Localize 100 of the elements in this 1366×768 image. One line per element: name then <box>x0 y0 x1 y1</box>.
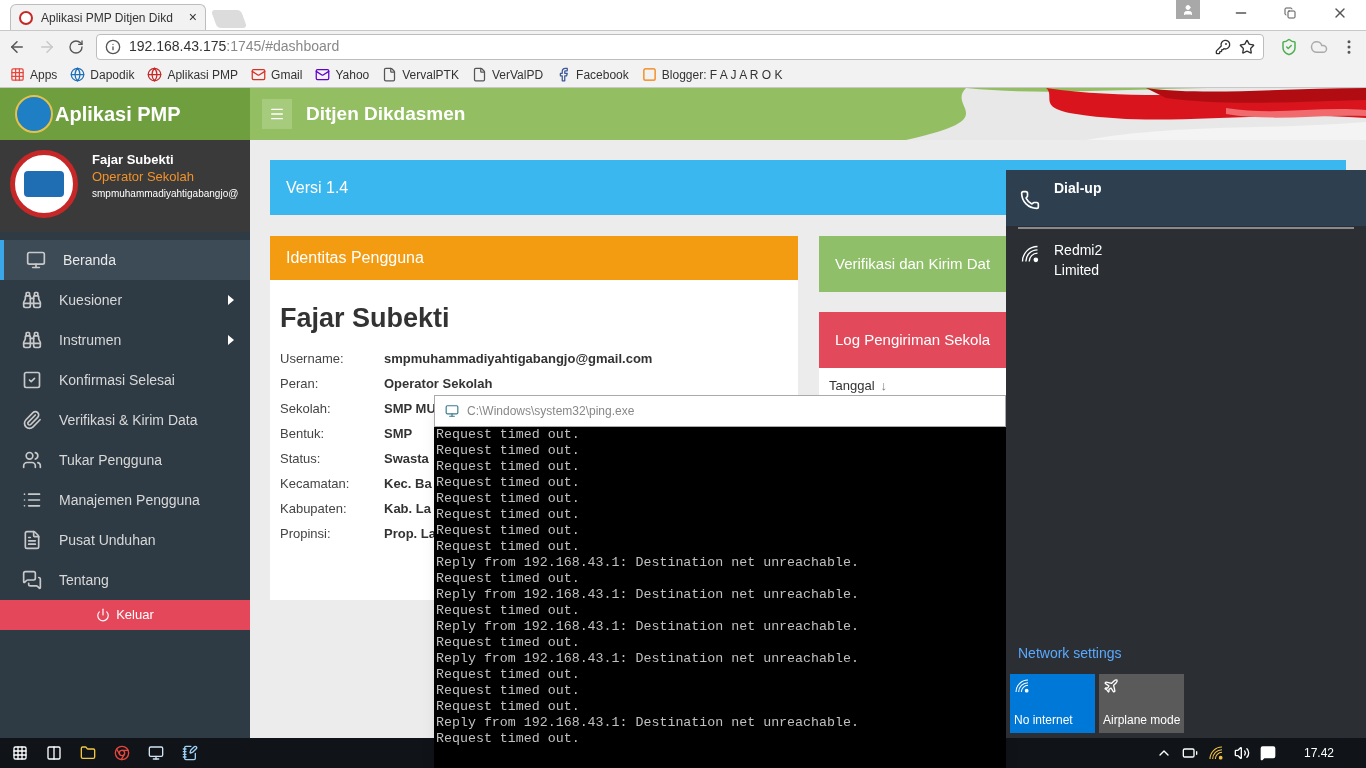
field-label: Username: <box>280 350 345 369</box>
field-label: Peran: <box>280 375 320 394</box>
field-value: Swasta <box>384 450 429 469</box>
console-icon <box>445 404 459 418</box>
sidebar-item[interactable]: Tukar Pengguna <box>0 440 250 480</box>
browser-tab[interactable]: Aplikasi PMP Ditjen Dikd × <box>10 4 206 30</box>
console-line: Request timed out. <box>436 683 581 699</box>
console-line: Request timed out. <box>436 571 581 587</box>
console-line: Request timed out. <box>436 507 581 523</box>
console-line: Request timed out. <box>436 491 581 507</box>
field-label: Kecamatan: <box>280 475 351 494</box>
bookmark-item[interactable]: Facebook <box>556 65 629 84</box>
logo-icon <box>15 95 53 133</box>
sidebar-item[interactable]: Verifikasi & Kirim Data <box>0 400 250 440</box>
identity-name: Fajar Subekti <box>279 302 451 335</box>
bookmark-item[interactable]: Blogger: F A J A R O K <box>641 65 783 84</box>
tab-title: Aplikasi PMP Ditjen Dikd <box>41 9 173 27</box>
bookmark-item[interactable]: Aplikasi PMP <box>147 65 239 84</box>
battery-icon[interactable] <box>1181 745 1198 761</box>
folder-icon[interactable] <box>80 745 96 761</box>
field-value: SMP <box>384 425 413 444</box>
console-line: Reply from 192.168.43.1: Destination net unreachable. <box>436 555 860 571</box>
bookmark-icon <box>382 67 398 82</box>
menu-icon <box>22 330 42 350</box>
tab-close-button[interactable]: × <box>188 7 197 28</box>
reload-button[interactable] <box>68 38 84 55</box>
quick-action-tile[interactable]: No internet <box>1010 674 1095 733</box>
phone-icon <box>1020 190 1040 210</box>
wifi-icon <box>1020 244 1040 264</box>
user-email: smpmuhammadiyahtigabangjo@ <box>92 187 239 201</box>
menu-icon <box>22 530 42 550</box>
menu-icon <box>22 370 42 390</box>
user-name: Fajar Subekti <box>92 151 175 168</box>
sidebar-item[interactable]: Pusat Unduhan <box>0 520 250 560</box>
menu-icon <box>26 250 46 270</box>
console-line: Reply from 192.168.43.1: Destination net unreachable. <box>436 651 860 667</box>
sidebar-item[interactable]: Konfirmasi Selesai <box>0 360 250 400</box>
bookmark-item[interactable]: VerValPD <box>471 65 544 84</box>
bookmark-star-icon[interactable] <box>1239 38 1255 55</box>
console-line: Request timed out. <box>436 523 581 539</box>
console-line: Request timed out. <box>436 443 581 459</box>
field-value: Kec. Ba <box>384 475 432 494</box>
sidebar-item[interactable]: Tentang <box>0 560 250 600</box>
bookmark-item[interactable]: Apps <box>10 65 58 84</box>
menu-icon <box>22 570 42 590</box>
field-label: Propinsi: <box>280 525 332 544</box>
notepad-icon[interactable] <box>182 745 198 761</box>
field-label: Kabupaten: <box>280 500 348 519</box>
console-line: Request timed out. <box>436 667 581 683</box>
bookmark-icon <box>315 67 331 82</box>
menu-toggle-button[interactable] <box>262 99 292 129</box>
power-icon <box>96 608 111 622</box>
sidebar-item[interactable]: Beranda <box>0 240 250 280</box>
network-settings-link[interactable]: Network settings <box>1006 643 1366 674</box>
key-icon[interactable] <box>1215 38 1231 55</box>
user-role: Operator Sekolah <box>92 168 195 185</box>
chrome-icon[interactable] <box>114 745 130 761</box>
console-line: Request timed out. <box>436 539 581 555</box>
bookmark-icon <box>641 67 657 82</box>
person-icon <box>1182 3 1194 16</box>
wifi-warning-icon <box>1207 745 1224 761</box>
bookmark-item[interactable]: VervalPTK <box>382 65 459 84</box>
restore-button[interactable] <box>1284 7 1296 19</box>
sort-arrow[interactable]: ↓ <box>880 376 888 396</box>
network-item[interactable]: Dial-up <box>1006 170 1366 226</box>
quick-action-tile[interactable]: Airplane mode <box>1099 674 1184 733</box>
wifi-icon <box>1014 678 1030 694</box>
console-line: Request timed out. <box>436 731 581 747</box>
action-center-icon[interactable] <box>1259 745 1276 761</box>
app-icon[interactable] <box>148 745 164 761</box>
sidebar-item[interactable]: Kuesioner <box>0 280 250 320</box>
sidebar-item[interactable]: Manajemen Pengguna <box>0 480 250 520</box>
column-header[interactable]: Tanggal <box>829 376 875 396</box>
bookmark-icon <box>70 67 86 82</box>
task-view-icon[interactable] <box>46 745 62 761</box>
console-line: Request timed out. <box>436 603 581 619</box>
logout-button[interactable]: Keluar <box>0 600 250 630</box>
network-name: Redmi2 <box>1054 241 1103 260</box>
sidebar-item[interactable]: Instrumen <box>0 320 250 360</box>
bookmark-item[interactable]: Gmail <box>251 65 303 84</box>
bookmark-item[interactable]: Dapodik <box>70 65 135 84</box>
airplane-icon <box>1103 678 1119 694</box>
bookmark-icon <box>10 67 25 82</box>
address-bar[interactable]: 192.168.43.175:1745/#dashboard <box>96 33 1264 60</box>
menu-icon <box>22 490 42 510</box>
url-text: 192.168.43.175:1745/#dashboard <box>129 37 340 56</box>
clock[interactable]: 17.42 <box>1303 744 1334 762</box>
console-line: Request timed out. <box>436 427 581 443</box>
bookmark-item[interactable]: Yahoo <box>315 65 370 84</box>
menu-icon <box>22 290 42 310</box>
field-label: Status: <box>280 450 322 469</box>
field-value: smpmuhammadiyahtigabangjo@gmail.com <box>384 350 653 369</box>
menu-icon <box>22 450 42 470</box>
console-line: Request timed out. <box>436 475 581 491</box>
console-title: C:\Windows\system32\ping.exe <box>467 403 635 420</box>
volume-icon[interactable] <box>1233 745 1250 761</box>
console-line: Request timed out. <box>436 635 581 651</box>
info-icon <box>105 38 121 55</box>
field-value: Kab. La <box>384 500 431 519</box>
console-line: Reply from 192.168.43.1: Destination net unreachable. <box>436 619 860 635</box>
